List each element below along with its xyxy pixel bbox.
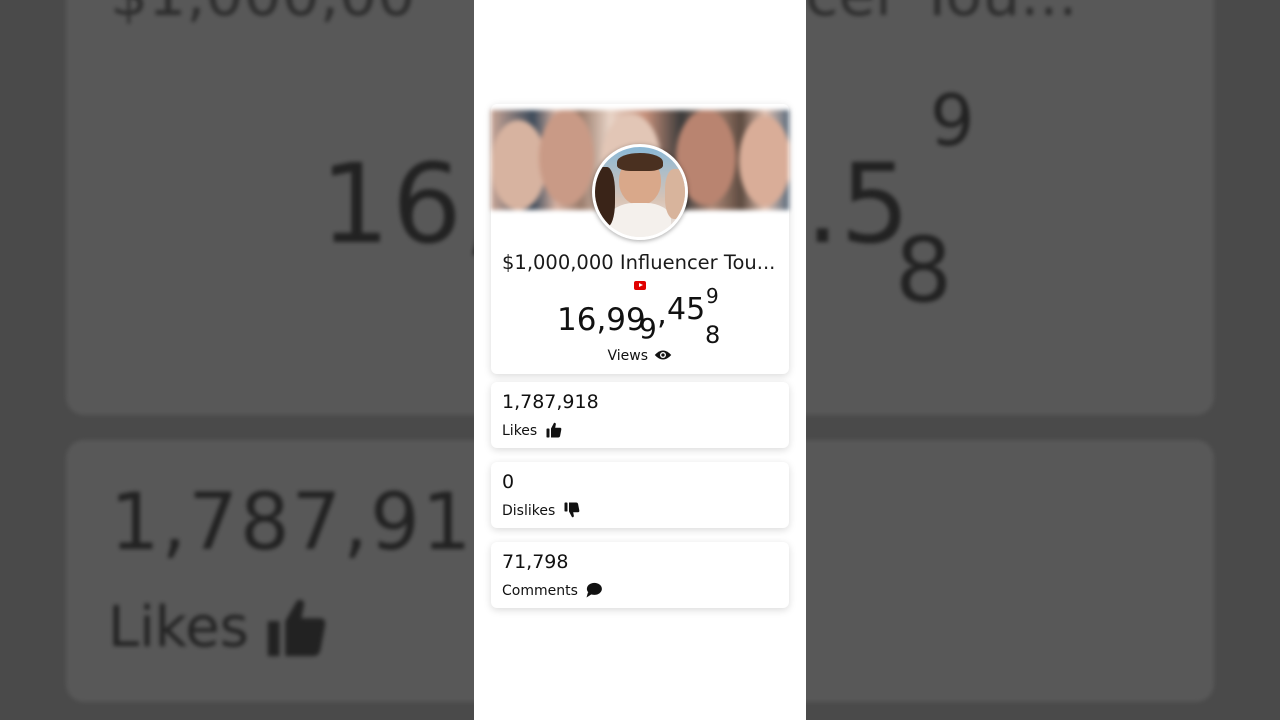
views-rolling-down-digit: 8 xyxy=(705,321,721,349)
stats-panel: $1,000,000 Influencer Tou... 16,99 9 , 4… xyxy=(491,104,789,608)
avatar-image xyxy=(595,147,685,237)
video-title: $1,000,000 Influencer Tou... xyxy=(502,251,776,274)
thumbs-up-icon xyxy=(546,422,562,438)
views-main-digits: 16,99 xyxy=(557,302,646,338)
video-card[interactable]: $1,000,000 Influencer Tou... 16,99 9 , 4… xyxy=(491,104,789,374)
backdrop-digit-up: 9 xyxy=(930,80,975,162)
backdrop-thumbs-up-icon xyxy=(267,599,326,657)
thumbs-down-icon xyxy=(564,502,580,518)
backdrop-digit-down: 8 xyxy=(895,218,953,323)
channel-avatar[interactable] xyxy=(592,144,688,240)
likes-card[interactable]: 1,787,918 Likes xyxy=(491,382,789,448)
youtube-icon[interactable] xyxy=(634,281,646,290)
views-rolling-digit: 9 xyxy=(639,312,657,345)
comments-card[interactable]: 71,798 Comments xyxy=(491,542,789,608)
dislikes-label: Dislikes xyxy=(502,501,581,519)
comments-value: 71,798 xyxy=(502,551,569,573)
dislikes-card[interactable]: 0 Dislikes xyxy=(491,462,789,528)
views-label: Views xyxy=(491,348,789,364)
views-counter: 16,99 9 , 45 9 8 xyxy=(491,284,789,349)
dislikes-value: 0 xyxy=(502,471,515,493)
views-tail-digits: 45 xyxy=(667,292,706,327)
likes-label: Likes xyxy=(502,421,563,439)
views-comma: , xyxy=(657,296,667,332)
comments-label: Comments xyxy=(502,581,603,599)
backdrop-likes-label: Likes xyxy=(108,595,249,660)
eye-icon xyxy=(655,350,672,360)
likes-value: 1,787,918 xyxy=(502,391,599,413)
backdrop-likes-value: 1,787,918 xyxy=(110,478,525,568)
phone-screen: $1,000,000 Influencer Tou... 16,99 9 , 4… xyxy=(474,0,806,720)
comment-icon xyxy=(586,582,603,598)
views-rolling-up-digit: 9 xyxy=(706,284,719,308)
